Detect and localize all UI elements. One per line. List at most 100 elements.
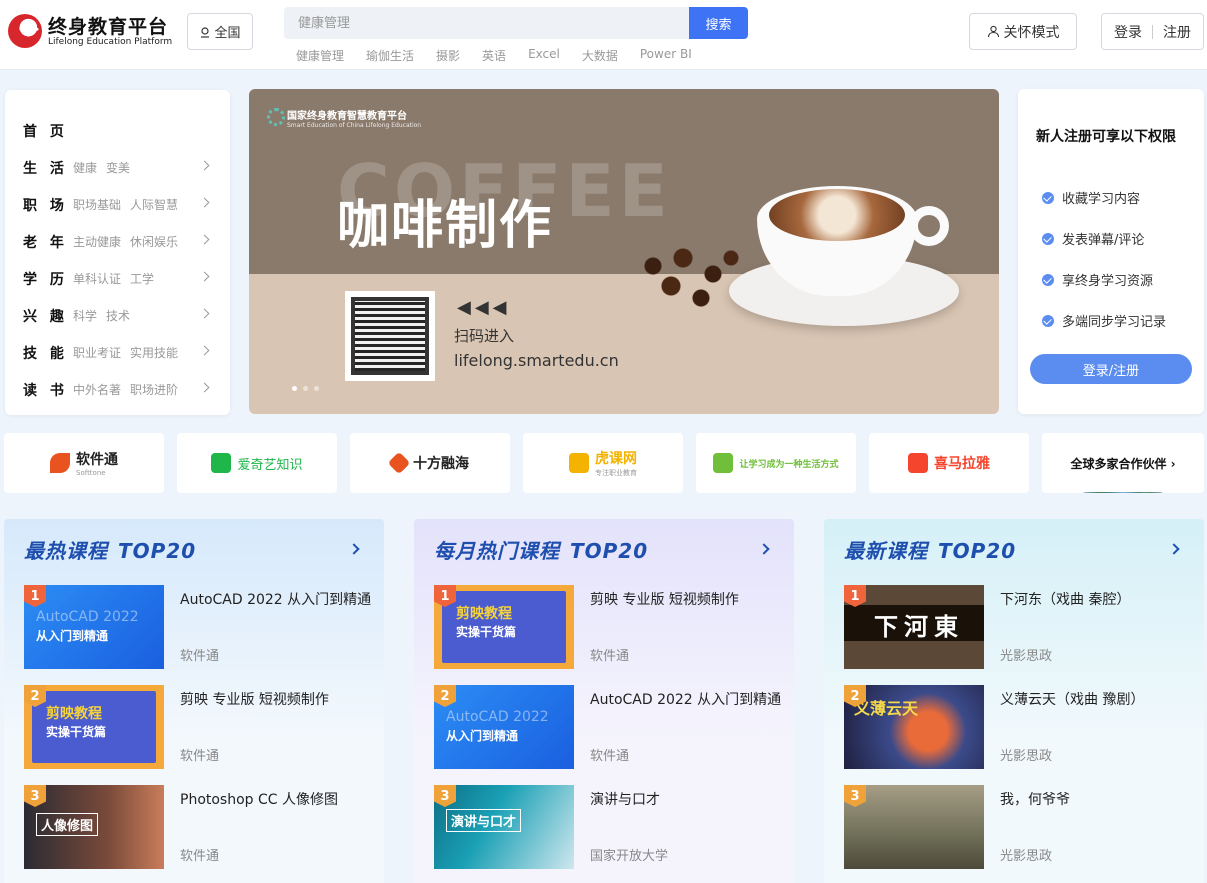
banner-brand-cn: 国家终身教育智慧教育平台 xyxy=(287,111,407,122)
course-thumbnail: 3 演讲与口才 xyxy=(434,785,574,869)
platform-logo-icon xyxy=(267,108,285,126)
subcategory-link[interactable]: 工学 xyxy=(130,270,154,287)
subcategory-link[interactable]: 职业考证 xyxy=(73,344,121,361)
hot-keyword[interactable]: 英语 xyxy=(482,47,506,64)
subcategory-link[interactable]: 单科认证 xyxy=(73,270,121,287)
partner-strip: 软件通 Softtone 爱奇艺知识 十方融海 虎课网 专注职业教育 让学习成为一种… xyxy=(4,433,1207,493)
subcategory-link[interactable]: 技术 xyxy=(106,307,130,324)
course-source: 软件通 xyxy=(590,649,630,664)
new-courses-panel: 最新课程 TOP20 1 下河東 下河东（戏曲 秦腔） 光影思政 2 义薄云天 义薄云… xyxy=(824,519,1204,883)
course-title: 我，何爷爷 xyxy=(1000,792,1070,808)
search-button[interactable]: 搜索 xyxy=(689,7,748,39)
category-interest[interactable]: 兴 趣科学 技术 xyxy=(5,297,230,334)
course-thumbnail: 2 剪映教程 实操干货篇 xyxy=(24,685,164,769)
perk-item: 享终身学习资源 xyxy=(1042,259,1166,300)
user-icon xyxy=(987,25,999,38)
category-title: 职 场 xyxy=(23,197,68,214)
partner-ximalaya[interactable]: 喜马拉雅 xyxy=(869,433,1029,493)
perk-item: 多端同步学习记录 xyxy=(1042,300,1166,341)
course-title: 剪映 专业版 短视频制作 xyxy=(590,592,739,608)
subcategory-link[interactable]: 变美 xyxy=(106,159,130,176)
category-reading[interactable]: 读 书中外名著 职场进阶 xyxy=(5,371,230,408)
subcategory-link[interactable]: 实用技能 xyxy=(130,344,178,361)
course-source: 软件通 xyxy=(590,749,630,764)
login-register-button[interactable]: 登录/注册 xyxy=(1030,354,1192,384)
banner-url: lifelong.smartedu.cn xyxy=(454,351,619,370)
chevron-right-icon[interactable] xyxy=(758,543,770,555)
category-elderly[interactable]: 老 年主动健康 休闲娱乐 xyxy=(5,223,230,260)
course-thumbnail: 2 AutoCAD 2022 从入门到精通 xyxy=(434,685,574,769)
course-item[interactable]: 2 义薄云天 义薄云天（戏曲 豫剧） 光影思政 xyxy=(844,685,1184,769)
category-title: 老 年 xyxy=(23,234,68,251)
care-mode-button[interactable]: 关怀模式 xyxy=(969,13,1077,50)
hero-banner[interactable]: 国家终身教育智慧教育平台 Smart Education of China Lif… xyxy=(249,89,999,414)
subcategory-link[interactable]: 人际智慧 xyxy=(130,196,178,213)
subcategory-link[interactable]: 主动健康 xyxy=(73,233,121,250)
category-life[interactable]: 生 活健康 变美 xyxy=(5,149,230,186)
login-link[interactable]: 登录 xyxy=(1114,22,1142,42)
carousel-dot[interactable] xyxy=(303,386,308,391)
hot-keyword[interactable]: 摄影 xyxy=(436,47,460,64)
partner-more[interactable]: 全球多家合作伙伴 › xyxy=(1042,433,1204,493)
region-selector[interactable]: 全国 xyxy=(187,13,253,50)
category-home[interactable]: 首 页 xyxy=(5,112,230,149)
course-item[interactable]: 2 AutoCAD 2022 从入门到精通 AutoCAD 2022 从入门到精通 … xyxy=(434,685,781,769)
subcategory-link[interactable]: 健康 xyxy=(73,159,97,176)
category-title: 兴 趣 xyxy=(23,308,68,325)
subcategory-link[interactable]: 职场基础 xyxy=(73,196,121,213)
chevron-right-icon xyxy=(199,271,210,282)
subcategory-link[interactable]: 科学 xyxy=(73,307,97,324)
site-logo[interactable]: 终身教育平台 Lifelong Education Platform xyxy=(8,12,188,52)
chevron-right-icon[interactable] xyxy=(1168,543,1180,555)
perks-title: 新人注册可享以下权限 xyxy=(1036,129,1176,145)
course-item[interactable]: 1 下河東 下河东（戏曲 秦腔） 光影思政 xyxy=(844,585,1184,669)
partner-iqiyi[interactable]: 爱奇艺知识 xyxy=(177,433,337,493)
course-item[interactable]: 3 演讲与口才 演讲与口才 国家开放大学 xyxy=(434,785,774,869)
top-header: 终身教育平台 Lifelong Education Platform 全国 搜索… xyxy=(0,0,1207,70)
hot-keyword[interactable]: 健康管理 xyxy=(296,47,344,64)
perk-label: 发表弹幕/评论 xyxy=(1062,233,1145,248)
course-item[interactable]: 1 剪映教程 实操干货篇 剪映 专业版 短视频制作 软件通 xyxy=(434,585,774,669)
course-item[interactable]: 2 剪映教程 实操干货篇 剪映 专业版 短视频制作 软件通 xyxy=(24,685,364,769)
partner-shifang[interactable]: 十方融海 xyxy=(350,433,510,493)
check-icon xyxy=(1042,273,1054,286)
hot-courses-panel: 最热课程 TOP20 1 AutoCAD 2022 从入门到精通 AutoCAD 20… xyxy=(4,519,384,883)
course-item[interactable]: 3 人像修图 Photoshop CC 人像修图 软件通 xyxy=(24,785,364,869)
category-title: 学 历 xyxy=(23,271,68,288)
perk-label: 收藏学习内容 xyxy=(1062,192,1141,207)
category-title: 生 活 xyxy=(23,160,68,177)
carousel-dot[interactable] xyxy=(292,386,297,391)
hot-keyword[interactable]: Excel xyxy=(528,47,560,64)
partner-name: 喜马拉雅 xyxy=(934,456,990,472)
partner-huke[interactable]: 虎课网 专注职业教育 xyxy=(523,433,683,493)
hot-keyword[interactable]: 大数据 xyxy=(582,47,618,64)
chevron-right-icon xyxy=(199,160,210,171)
category-workplace[interactable]: 职 场职场基础 人际智慧 xyxy=(5,186,230,223)
category-skills[interactable]: 技 能职业考证 实用技能 xyxy=(5,334,230,371)
partner-name: 虎课网 专注职业教育 xyxy=(595,448,637,478)
divider xyxy=(1152,24,1153,39)
search-input[interactable] xyxy=(284,7,689,39)
course-title: Photoshop CC 人像修图 xyxy=(180,792,339,808)
banner-brand-en: Smart Education of China Lifelong Educat… xyxy=(287,122,422,129)
carousel-dot[interactable] xyxy=(314,386,319,391)
category-menu: 首 页 生 活健康 变美 职 场职场基础 人际智慧 老 年主动健康 休闲娱乐 学 历单… xyxy=(5,90,230,415)
hot-keyword[interactable]: 瑜伽生活 xyxy=(366,47,414,64)
partner-more-label: 全球多家合作伙伴 › xyxy=(1070,457,1176,471)
course-title: 演讲与口才 xyxy=(590,792,660,808)
course-item[interactable]: 1 AutoCAD 2022 从入门到精通 AutoCAD 2022 从入门到精通 … xyxy=(24,585,371,669)
hot-keyword[interactable]: Power BI xyxy=(640,47,692,64)
subcategory-link[interactable]: 中外名著 xyxy=(73,381,121,398)
course-source: 光影思政 xyxy=(1000,649,1053,664)
course-source: 国家开放大学 xyxy=(590,849,669,864)
category-degree[interactable]: 学 历单科认证 工学 xyxy=(5,260,230,297)
chevron-right-icon xyxy=(199,308,210,319)
subcategory-link[interactable]: 职场进阶 xyxy=(130,381,178,398)
course-thumbnail: 1 剪映教程 实操干货篇 xyxy=(434,585,574,669)
chevron-right-icon[interactable] xyxy=(348,543,360,555)
subcategory-link[interactable]: 休闲娱乐 xyxy=(130,233,178,250)
partner-xuexi[interactable]: 让学习成为一种生活方式 xyxy=(696,433,856,493)
register-link[interactable]: 注册 xyxy=(1163,22,1191,42)
course-item[interactable]: 3 我，何爷爷 光影思政 xyxy=(844,785,1184,869)
partner-softtone[interactable]: 软件通 Softtone xyxy=(4,433,164,493)
